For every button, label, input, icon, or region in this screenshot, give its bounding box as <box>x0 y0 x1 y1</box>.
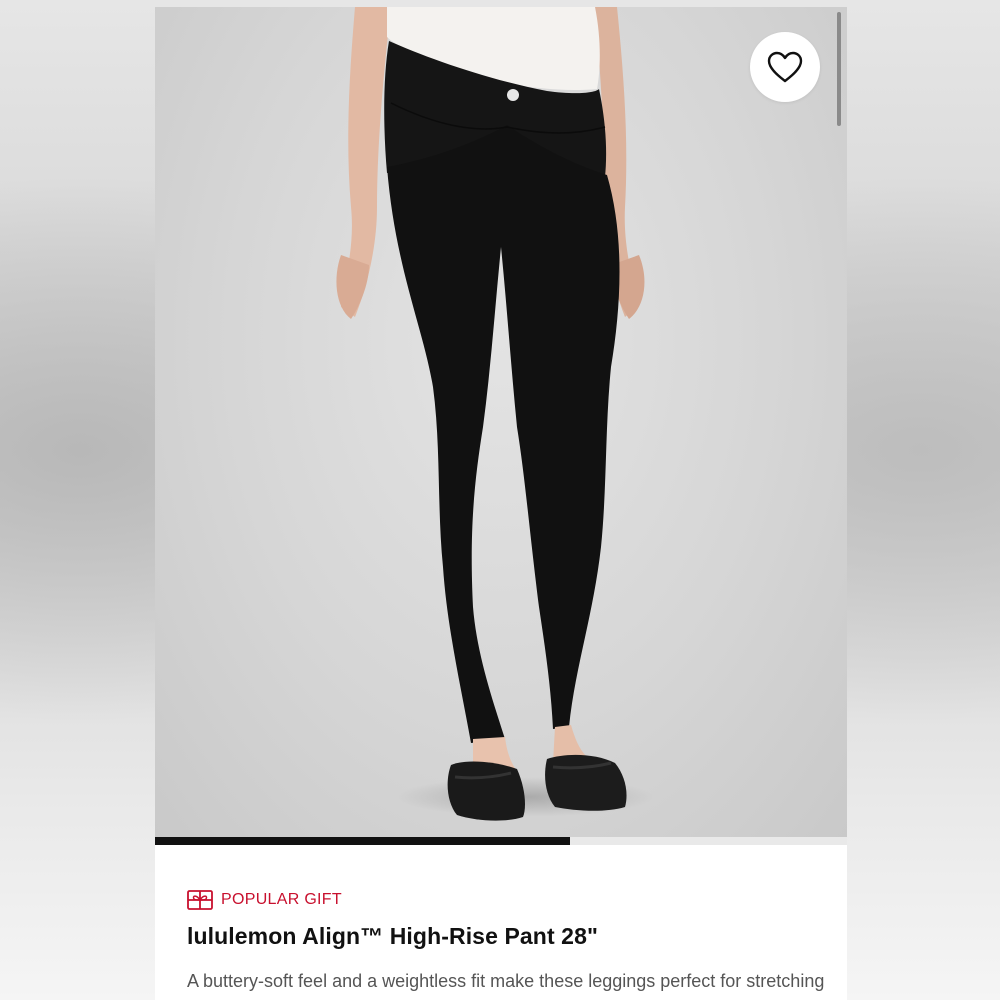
leggings <box>387 125 620 743</box>
badge-label: POPULAR GIFT <box>221 891 342 908</box>
lululemon-logo <box>507 89 519 101</box>
product-title[interactable]: lululemon Align™ High-Rise Pant 28" <box>187 923 827 950</box>
product-image[interactable] <box>155 7 847 837</box>
image-progress-indicator <box>155 837 571 845</box>
right-shoe <box>545 754 627 811</box>
product-description: A buttery-soft feel and a weightless fit… <box>187 971 825 991</box>
product-info: POPULAR GIFT lululemon Align™ High-Rise … <box>187 889 827 1000</box>
favorite-button[interactable] <box>750 32 820 102</box>
model-photo <box>336 7 645 821</box>
popular-gift-badge: POPULAR GIFT <box>187 889 827 911</box>
left-hand <box>336 255 369 319</box>
left-shoe <box>447 761 525 821</box>
heart-icon <box>767 51 803 83</box>
scrollbar[interactable] <box>837 12 841 126</box>
gift-icon <box>187 890 213 910</box>
image-progress-track <box>155 837 847 845</box>
product-page: POPULAR GIFT lululemon Align™ High-Rise … <box>155 7 847 1000</box>
